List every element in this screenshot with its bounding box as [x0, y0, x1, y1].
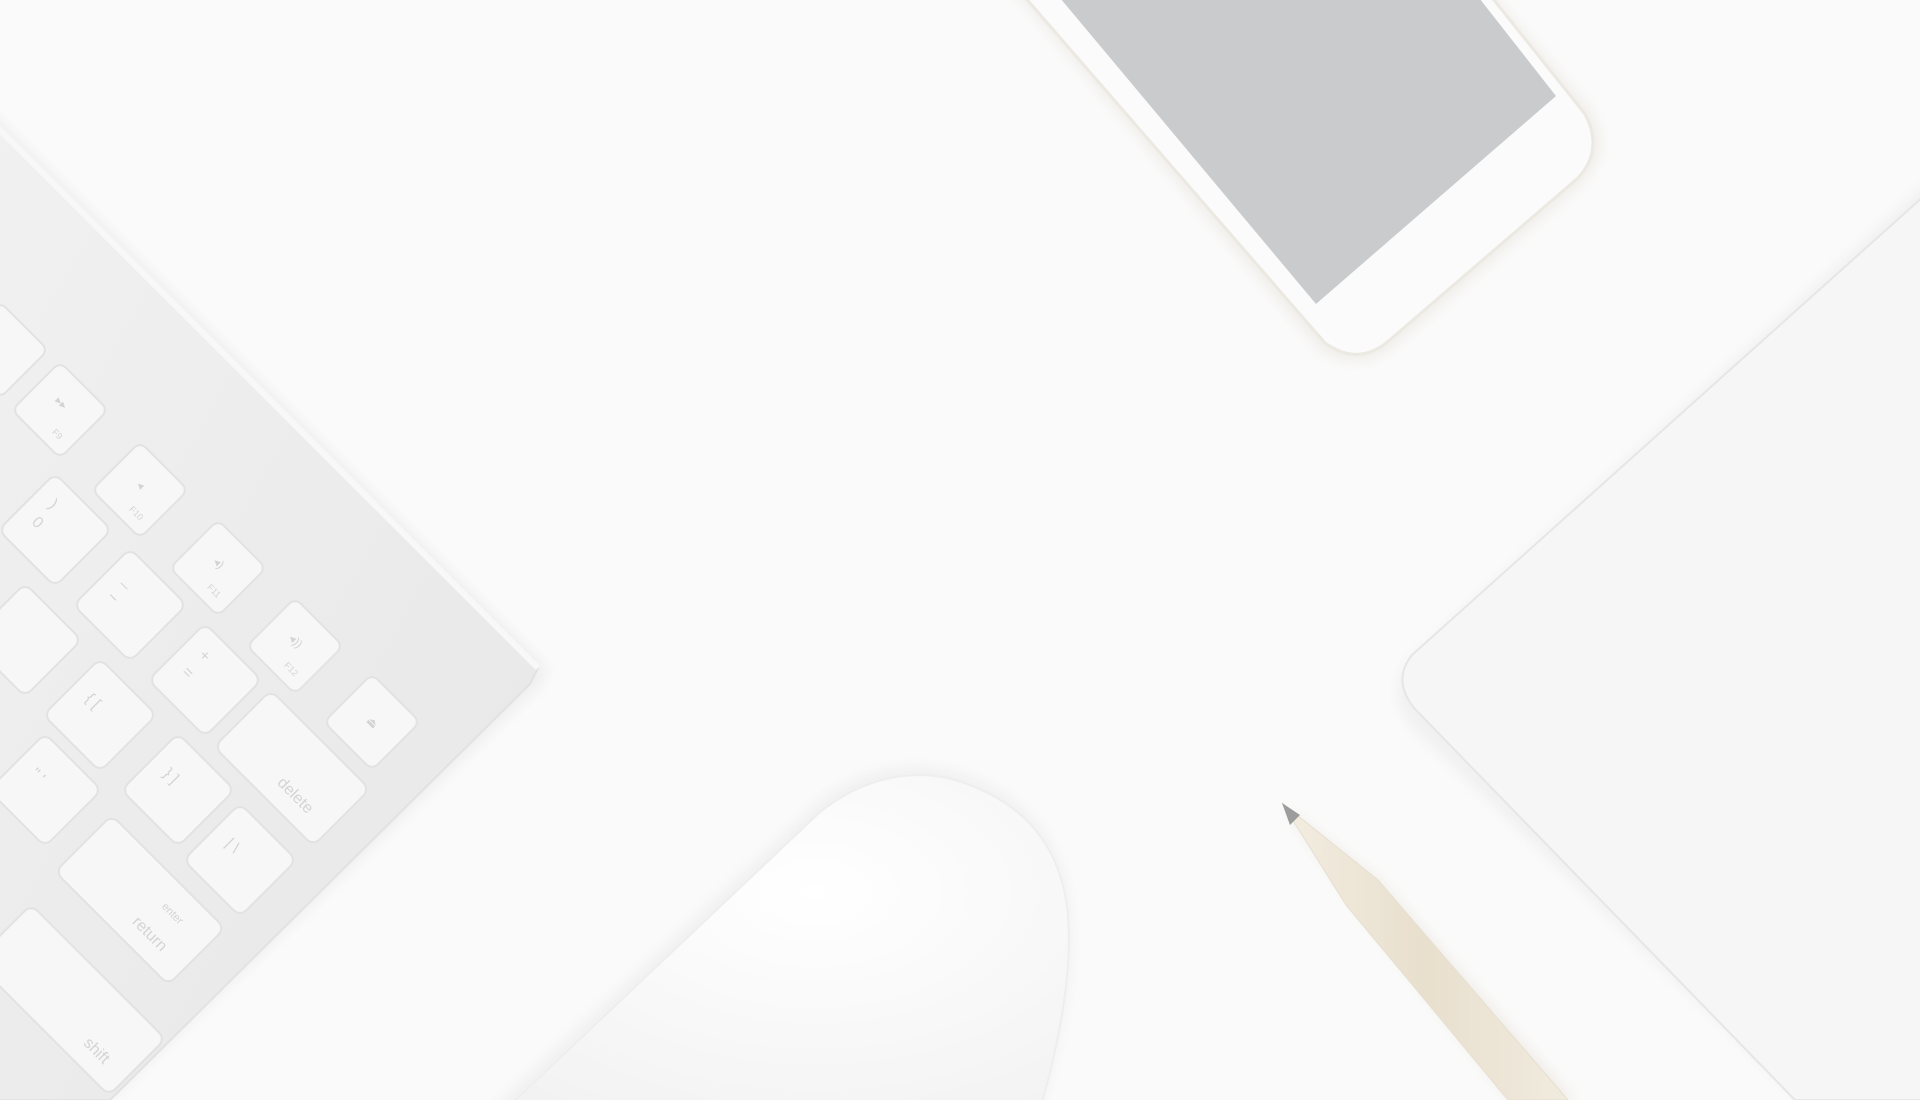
smartphone [1022, 0, 1601, 362]
tablet [1397, 189, 1920, 1100]
mouse [500, 766, 1072, 1100]
mouse-icon [500, 766, 1072, 1100]
tablet-icon [1397, 189, 1920, 1100]
keyboard: F9 ▸▸ F10 ◂ F11 ◂) F12 ◂)) ⏏) 0 _ − + =… [0, 120, 546, 1100]
pencil [1281, 802, 1575, 1100]
smartphone-icon [1022, 0, 1601, 362]
desk-illustration: F9 ▸▸ F10 ◂ F11 ◂) F12 ◂)) ⏏) 0 _ − + =… [0, 0, 1920, 1100]
pencil-icon [1281, 802, 1575, 1100]
desk-scene: F9 ▸▸ F10 ◂ F11 ◂) F12 ◂)) ⏏) 0 _ − + =… [0, 0, 1920, 1100]
